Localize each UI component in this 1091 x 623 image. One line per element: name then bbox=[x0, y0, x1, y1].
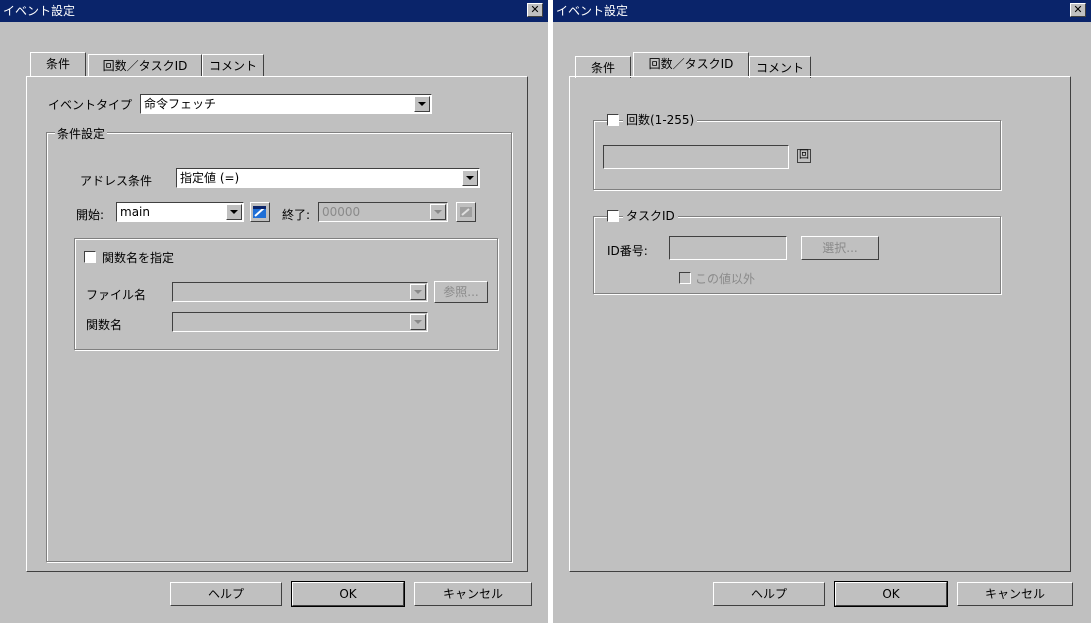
ok-button[interactable]: OK bbox=[834, 581, 948, 607]
tab-label: コメント bbox=[755, 61, 804, 75]
taskid-group bbox=[593, 216, 1001, 294]
tab-label: コメント bbox=[208, 59, 257, 73]
taskid-check-label[interactable]: タスクID bbox=[623, 207, 678, 224]
address-condition-select[interactable]: 指定値 (=) bbox=[176, 168, 480, 188]
condition-group-label: 条件設定 bbox=[55, 125, 108, 142]
chevron-down-icon[interactable] bbox=[414, 96, 430, 112]
event-settings-dialog-left: イベント設定 ✕ 条件 回数／タスクID コメント イベントタイプ 命令フェッチ… bbox=[0, 0, 548, 623]
start-label: 開始: bbox=[76, 208, 105, 222]
cancel-button[interactable]: キャンセル bbox=[957, 582, 1073, 606]
file-name-label: ファイル名 bbox=[86, 288, 147, 302]
tab-label: 条件 bbox=[45, 57, 70, 71]
end-address-combo[interactable]: 00000 bbox=[318, 202, 448, 222]
title-bar: イベント設定 ✕ bbox=[553, 0, 1091, 22]
help-button[interactable]: ヘルプ bbox=[170, 582, 282, 606]
cancel-button[interactable]: キャンセル bbox=[414, 582, 532, 606]
except-checkbox[interactable] bbox=[679, 272, 691, 284]
id-number-input[interactable] bbox=[669, 236, 787, 260]
tab-count-taskid[interactable]: 回数／タスクID bbox=[88, 54, 202, 76]
event-type-value: 命令フェッチ bbox=[144, 97, 217, 111]
event-type-label: イベントタイプ bbox=[48, 98, 133, 112]
end-label: 終了: bbox=[282, 208, 311, 222]
function-name-label: 関数名 bbox=[86, 318, 123, 332]
file-name-combo[interactable] bbox=[172, 282, 428, 302]
function-name-checkbox[interactable] bbox=[84, 251, 96, 263]
event-settings-dialog-right: イベント設定 ✕ 条件 回数／タスクID コメント 回数(1-255) 回 タス… bbox=[553, 0, 1091, 623]
pen-icon bbox=[460, 207, 472, 217]
title-bar: イベント設定 ✕ bbox=[0, 0, 548, 22]
chevron-down-icon[interactable] bbox=[430, 204, 446, 220]
tab-condition[interactable]: 条件 bbox=[30, 52, 86, 76]
symbol-browse-icon-disabled[interactable] bbox=[456, 202, 476, 222]
count-input[interactable] bbox=[603, 145, 789, 169]
count-check-label[interactable]: 回数(1-255) bbox=[623, 111, 698, 128]
close-icon[interactable]: ✕ bbox=[527, 3, 543, 17]
chevron-down-icon[interactable] bbox=[462, 170, 478, 186]
chevron-down-icon[interactable] bbox=[410, 314, 426, 330]
tab-label: 条件 bbox=[590, 61, 615, 75]
except-label[interactable]: この値以外 bbox=[695, 270, 755, 287]
function-name-check-label[interactable]: 関数名を指定 bbox=[102, 249, 174, 266]
tab-count-taskid[interactable]: 回数／タスクID bbox=[633, 52, 749, 76]
chevron-down-icon[interactable] bbox=[226, 204, 242, 220]
address-condition-label: アドレス条件 bbox=[80, 174, 153, 188]
tab-comment[interactable]: コメント bbox=[202, 54, 264, 76]
end-address-value: 00000 bbox=[322, 205, 361, 219]
browse-button[interactable]: 参照... bbox=[434, 281, 488, 303]
function-name-combo[interactable] bbox=[172, 312, 428, 332]
tab-comment[interactable]: コメント bbox=[749, 56, 811, 78]
window-title: イベント設定 bbox=[3, 4, 76, 18]
close-icon[interactable]: ✕ bbox=[1070, 3, 1086, 17]
taskid-checkbox[interactable] bbox=[607, 210, 619, 222]
id-number-label: ID番号: bbox=[607, 244, 648, 258]
start-address-value: main bbox=[120, 205, 150, 219]
count-checkbox[interactable] bbox=[607, 114, 619, 126]
tab-label: 回数／タスクID bbox=[648, 57, 734, 71]
pen-icon bbox=[253, 206, 266, 218]
event-type-select[interactable]: 命令フェッチ bbox=[140, 94, 432, 114]
tab-condition[interactable]: 条件 bbox=[575, 56, 631, 78]
address-condition-value: 指定値 (=) bbox=[180, 171, 240, 185]
symbol-browse-icon[interactable] bbox=[250, 202, 270, 222]
ok-button[interactable]: OK bbox=[291, 581, 405, 607]
select-button[interactable]: 選択... bbox=[801, 236, 879, 260]
help-button[interactable]: ヘルプ bbox=[713, 582, 825, 606]
chevron-down-icon[interactable] bbox=[410, 284, 426, 300]
window-title: イベント設定 bbox=[556, 4, 629, 18]
start-address-combo[interactable]: main bbox=[116, 202, 244, 222]
tab-label: 回数／タスクID bbox=[102, 59, 188, 73]
count-unit-label: 回 bbox=[797, 149, 811, 163]
